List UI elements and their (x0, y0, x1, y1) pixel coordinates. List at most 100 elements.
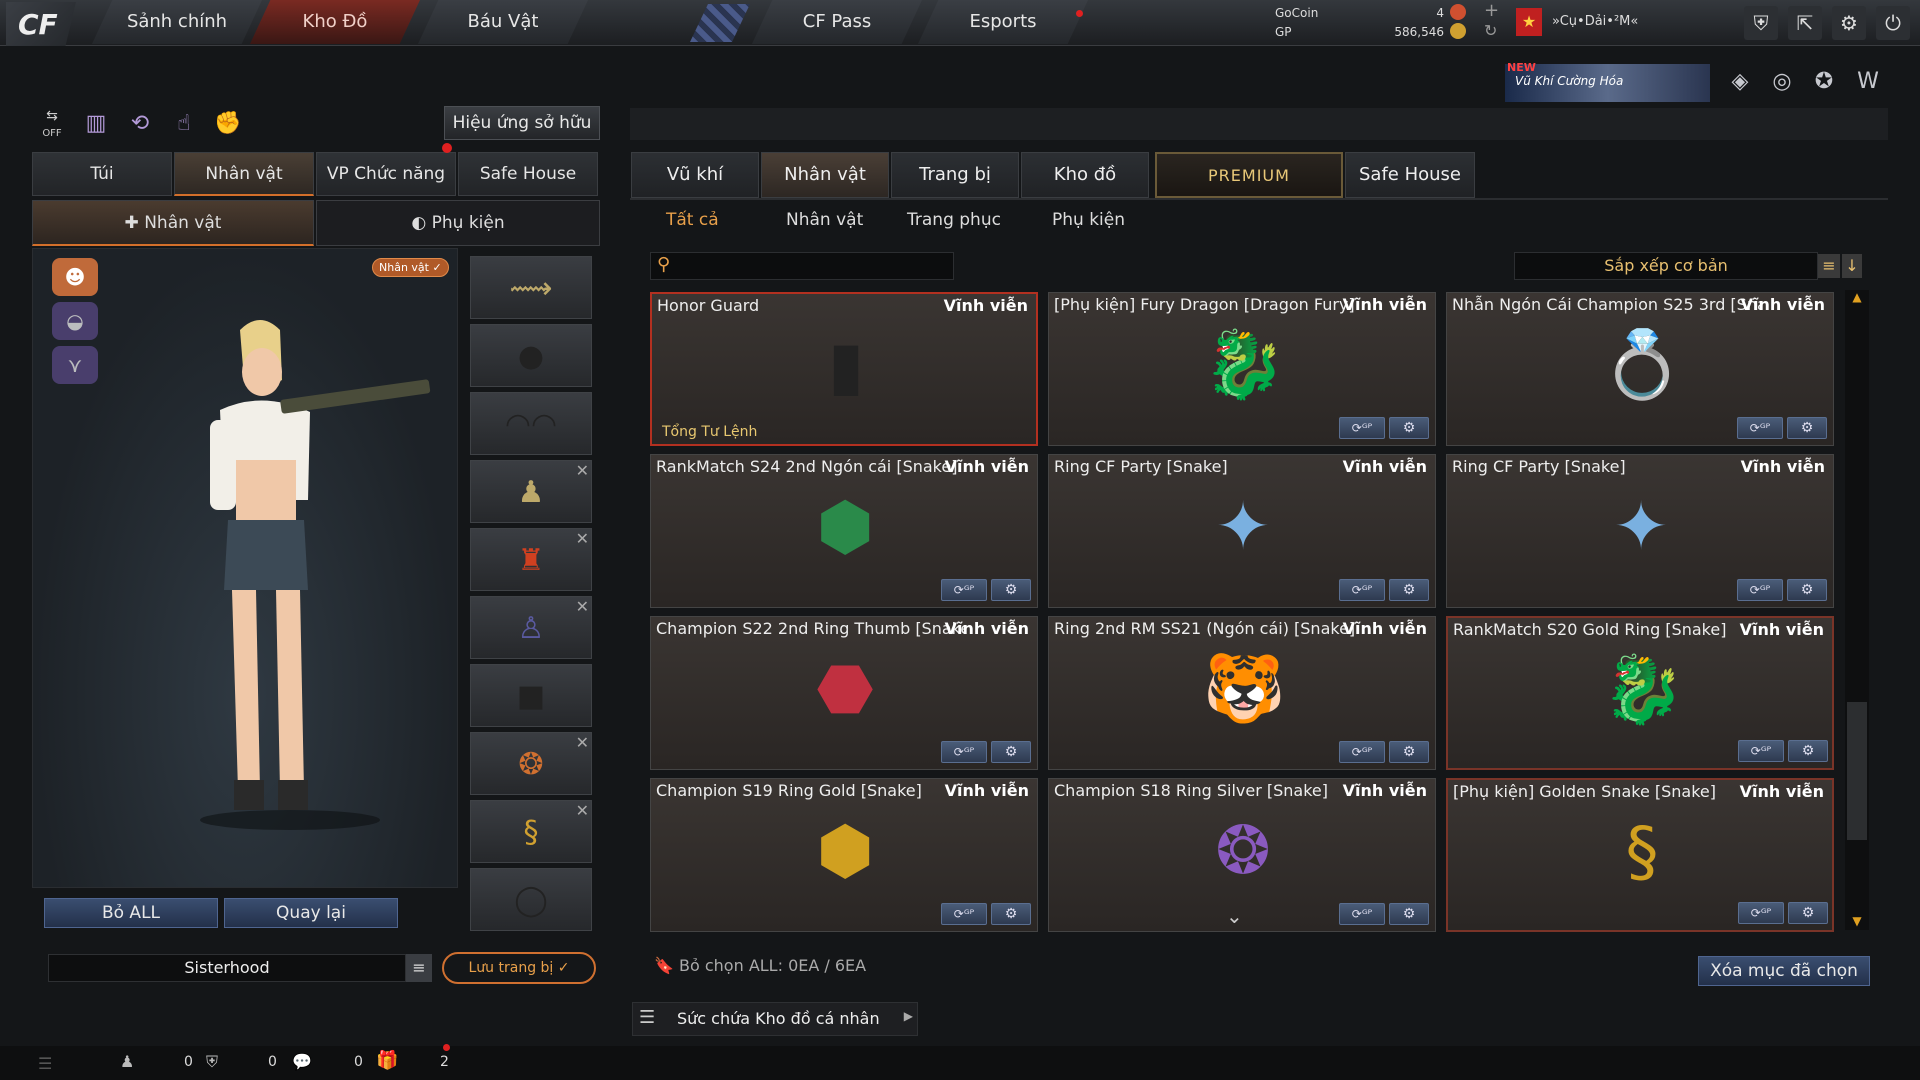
tab-vp-function[interactable]: VP Chức năng (316, 152, 456, 196)
save-equipment-button[interactable]: Lưu trang bị ✓ (442, 952, 596, 984)
promo-banner[interactable]: NEW Vũ Khí Cường Hóa (1505, 61, 1710, 102)
add-icon[interactable]: + (1484, 0, 1499, 21)
settings-icon[interactable]: ⚙ (991, 579, 1031, 601)
slot-doll-icon[interactable]: ✕ ♟ (470, 460, 592, 523)
clan-icon[interactable]: ⛨ (206, 1052, 218, 1072)
tab-right-safe-house[interactable]: Safe House (1345, 152, 1475, 198)
item-card[interactable]: Nhẫn Ngón Cái Champion S25 3rd [Snake] Vĩ… (1446, 292, 1834, 446)
scroll-down-icon[interactable]: ▼ (1845, 914, 1869, 930)
settings-icon[interactable]: ⚙ (1788, 740, 1828, 762)
nav-tab-lobby[interactable]: Sảnh chính (92, 0, 262, 44)
nav-tab-treasure[interactable]: Báu Vật (418, 0, 588, 44)
scroll-up-icon[interactable]: ▲ (1845, 290, 1869, 306)
filter-accessory[interactable]: Phụ kiện (1052, 210, 1125, 238)
convert-gp-icon[interactable]: ⟳ᴳᴾ (1339, 903, 1385, 925)
glove-icon[interactable]: ✊ (212, 108, 244, 140)
tab-weapon[interactable]: Vũ khí (631, 152, 759, 198)
settings-icon[interactable]: ⚙ (1389, 741, 1429, 763)
remove-icon[interactable]: ✕ (576, 507, 589, 570)
settings-icon[interactable]: ⚙ (1787, 417, 1827, 439)
item-card[interactable]: [Phụ kiện] Golden Snake [Snake] Vĩnh viễn… (1446, 778, 1834, 932)
filter-all[interactable]: Tất cả (666, 210, 719, 238)
item-card[interactable]: RankMatch S24 2nd Ngón cái [Snake] Vĩnh v… (650, 454, 1038, 608)
filter-character[interactable]: Nhân vật (786, 210, 863, 238)
settings-icon[interactable]: ⚙ (991, 903, 1031, 925)
toggle-off-icon[interactable]: ⇆ OFF (36, 108, 68, 140)
item-card[interactable]: Ring CF Party [Snake] Vĩnh viễn ✦ ⟳ᴳᴾ ⚙ (1446, 454, 1834, 608)
search-box[interactable]: ⚲ (650, 252, 954, 280)
remove-icon[interactable]: ✕ (576, 575, 589, 638)
chevron-down-icon[interactable]: ⌄ (1226, 904, 1243, 928)
settings-icon[interactable]: ⚙ (1788, 902, 1828, 924)
cf-logo[interactable]: CF (6, 2, 76, 46)
emblem-icon[interactable]: ◈ (1724, 66, 1756, 98)
list-view-icon[interactable]: ≡ (1818, 254, 1840, 278)
tab-character[interactable]: Nhân vật (174, 152, 314, 196)
remove-icon[interactable]: ✕ (576, 779, 589, 842)
convert-gp-icon[interactable]: ⟳ᴳᴾ (1737, 417, 1783, 439)
stats-icon[interactable]: ▥ (80, 108, 112, 140)
item-card[interactable]: Champion S22 2nd Ring Thumb [Snake] Vĩnh … (650, 616, 1038, 770)
item-card[interactable]: [Phụ kiện] Fury Dragon [Dragon Fury] Vĩnh… (1048, 292, 1436, 446)
convert-gp-icon[interactable]: ⟳ᴳᴾ (941, 903, 987, 925)
power-icon[interactable]: ⏻ (1876, 6, 1910, 40)
nav-tab-inventory[interactable]: Kho Đồ (250, 0, 420, 44)
convert-gp-icon[interactable]: ⟳ᴳᴾ (941, 579, 987, 601)
category-mask-icon[interactable]: ◒ (52, 302, 98, 340)
friends-icon[interactable]: ♟ (120, 1052, 134, 1071)
nav-tab-esports[interactable]: Esports (918, 0, 1088, 44)
category-character-icon[interactable]: ☻ (52, 258, 98, 296)
sort-dropdown[interactable]: Sắp xếp cơ bản (1514, 252, 1818, 280)
category-wings-icon[interactable]: ⋎ (52, 346, 98, 384)
item-card[interactable]: RankMatch S20 Gold Ring [Snake] Vĩnh viễn… (1446, 616, 1834, 770)
item-card[interactable]: Honor Guard Vĩnh viễn ▮ Tổng Tư Lệnh (650, 292, 1038, 446)
settings-icon[interactable]: ⚙ (1389, 417, 1429, 439)
gear-icon[interactable]: ⚙ (1832, 6, 1866, 40)
search-input[interactable] (683, 255, 947, 277)
item-card[interactable]: Ring CF Party [Snake] Vĩnh viễn ✦ ⟳ᴳᴾ ⚙ (1048, 454, 1436, 608)
deselect-all-text[interactable]: 🔖 Bỏ chọn ALL: 0EA / 6EA (654, 956, 866, 975)
filter-outfit[interactable]: Trang phục (907, 210, 1001, 238)
hand-icon[interactable]: ☝ (168, 108, 200, 140)
chat-icon[interactable]: 💬 (292, 1052, 312, 1071)
tab-right-character[interactable]: Nhân vật (761, 152, 889, 198)
slot-mask-icon[interactable]: ✕ ♜ (470, 528, 592, 591)
slot-dragon-ring-icon[interactable]: ✕ ❂ (470, 732, 592, 795)
tab-storage[interactable]: Kho đồ (1021, 152, 1149, 198)
gift-icon[interactable]: 🎁 (376, 1050, 398, 1071)
remove-all-button[interactable]: Bỏ ALL (44, 898, 218, 928)
nav-tab-cfpass[interactable]: CF Pass (752, 0, 922, 44)
slot-figure-icon[interactable]: ✕ ♙ (470, 596, 592, 659)
refresh-icon[interactable]: ↻ (1484, 21, 1497, 40)
globe-icon[interactable]: ◎ (1766, 66, 1798, 98)
shield-icon[interactable]: ⛨ (1744, 6, 1778, 40)
tab-bag[interactable]: Túi (32, 152, 172, 196)
exit-icon[interactable]: ⇱ (1788, 6, 1822, 40)
settings-icon[interactable]: ⚙ (1787, 579, 1827, 601)
item-card[interactable]: Champion S19 Ring Gold [Snake] Vĩnh viễn ⬢… (650, 778, 1038, 932)
scrollbar[interactable]: ▲ ▼ (1845, 290, 1869, 930)
list-icon[interactable]: ☰ (38, 1054, 52, 1073)
sort-down-icon[interactable]: ↓ (1842, 254, 1862, 278)
wings-icon[interactable]: W (1852, 66, 1884, 98)
convert-gp-icon[interactable]: ⟳ᴳᴾ (1339, 417, 1385, 439)
item-card[interactable]: Ring 2nd RM SS21 (Ngón cái) [Snake] Vĩnh … (1048, 616, 1436, 770)
scroll-thumb[interactable] (1847, 702, 1867, 840)
slot-empty-icon[interactable]: ■ (470, 664, 592, 727)
badge-icon[interactable]: ✪ (1808, 66, 1840, 98)
remove-icon[interactable]: ✕ (576, 439, 589, 502)
slot-glasses-icon[interactable]: ◠◠ (470, 392, 592, 455)
tab-safe-house[interactable]: Safe House (458, 152, 598, 196)
subtab-accessory[interactable]: ◐ Phụ kiện (316, 200, 600, 246)
convert-gp-icon[interactable]: ⟳ᴳᴾ (1737, 579, 1783, 601)
tab-equipment[interactable]: Trang bị (891, 152, 1019, 198)
expand-icon[interactable]: ▶ (904, 1009, 913, 1023)
history-icon[interactable]: ⟲ (124, 108, 156, 140)
preset-name-field[interactable]: Sisterhood (48, 954, 406, 982)
subtab-character[interactable]: ✚ Nhân vật (32, 200, 314, 246)
menu-icon[interactable]: ≡ (406, 954, 432, 982)
delete-selected-button[interactable]: Xóa mục đã chọn (1698, 956, 1870, 986)
back-button[interactable]: Quay lại (224, 898, 398, 928)
owned-effects-button[interactable]: Hiệu ứng sở hữu (444, 106, 600, 140)
convert-gp-icon[interactable]: ⟳ᴳᴾ (1738, 740, 1784, 762)
